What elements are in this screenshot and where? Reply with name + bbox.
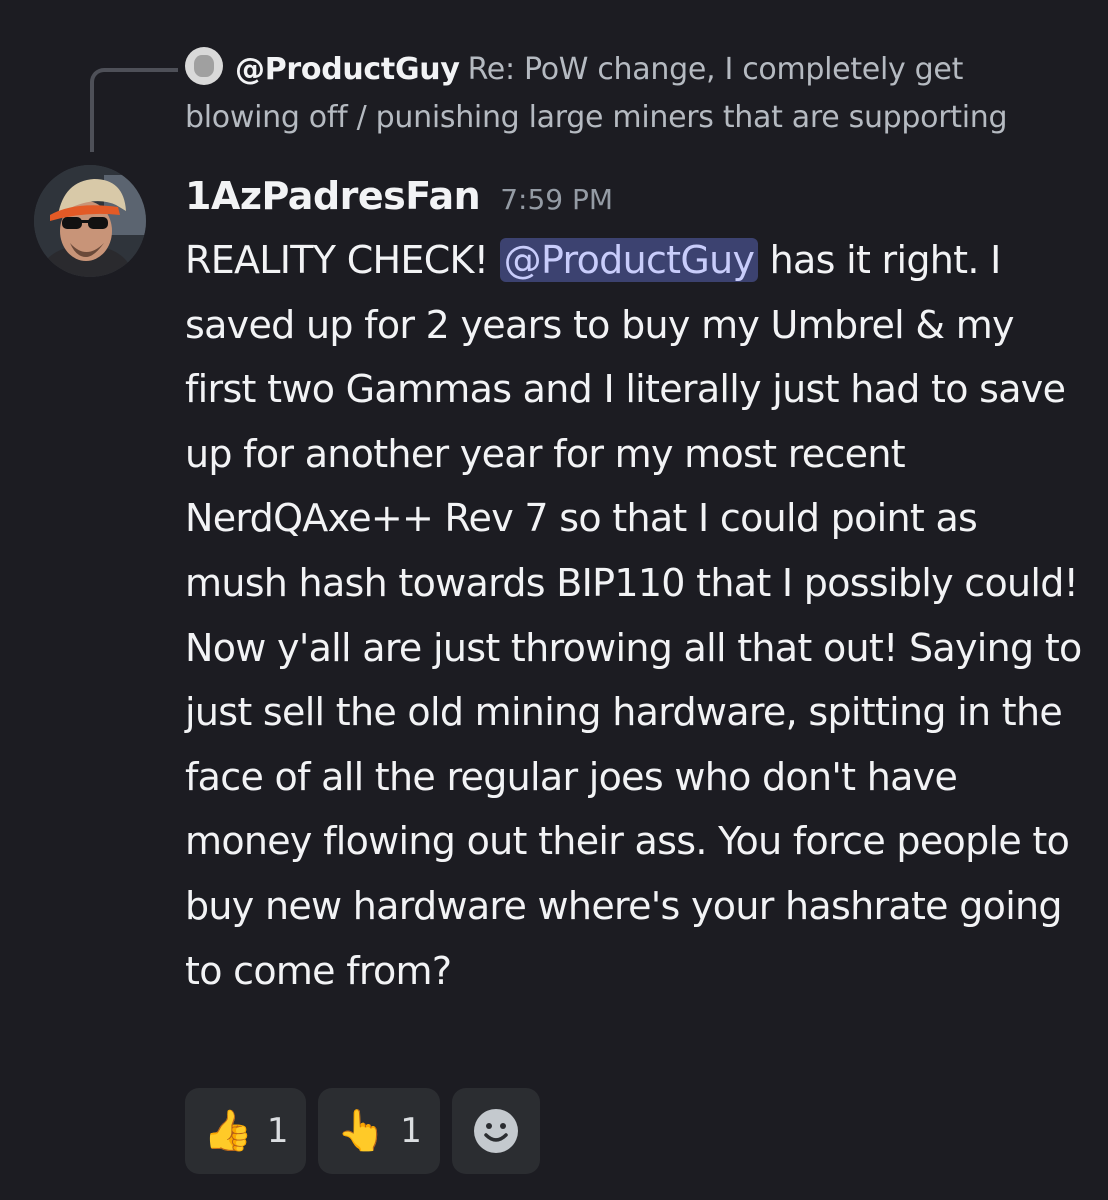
reactions-bar: 👍 1 👆 1 [185, 1088, 540, 1174]
avatar[interactable] [34, 165, 146, 277]
message-text-rest: has it right. I saved up for 2 years to … [185, 238, 1082, 993]
reply-author-avatar[interactable] [185, 47, 223, 85]
message-text: REALITY CHECK! @ProductGuy has it right.… [185, 228, 1090, 1003]
reaction-thumbs-up[interactable]: 👍 1 [185, 1088, 307, 1174]
timestamp[interactable]: 7:59 PM [500, 183, 613, 216]
user-mention[interactable]: @ProductGuy [499, 238, 759, 282]
avatar-photo-icon [34, 165, 146, 277]
reply-preview[interactable]: @ProductGuy Re: PoW change, I completely … [185, 46, 1065, 142]
reply-connector-line [90, 68, 178, 152]
message-header: 1AzPadresFan 7:59 PM [185, 174, 613, 218]
message-text-start: REALITY CHECK! [185, 238, 500, 282]
reply-author[interactable]: @ProductGuy [235, 52, 460, 87]
thumbs-up-icon: 👍 [203, 1108, 253, 1154]
reaction-count: 1 [400, 1111, 422, 1151]
add-reaction-button[interactable] [451, 1088, 540, 1174]
point-up-icon: 👆 [336, 1108, 387, 1154]
reaction-point-up[interactable]: 👆 1 [318, 1088, 440, 1174]
username[interactable]: 1AzPadresFan [185, 174, 481, 218]
add-reaction-smiley-icon [473, 1109, 518, 1153]
reaction-count: 1 [266, 1111, 289, 1151]
